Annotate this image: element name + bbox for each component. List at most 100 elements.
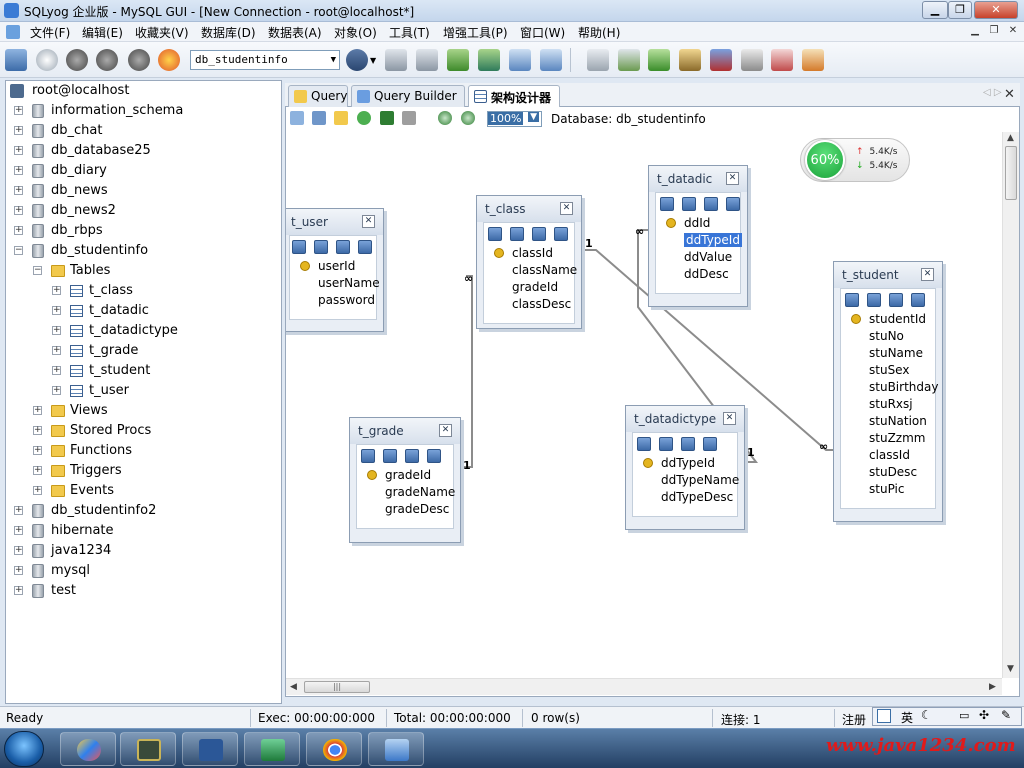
print-icon[interactable] bbox=[402, 111, 416, 125]
scroll-left-icon[interactable]: ◀ bbox=[290, 682, 297, 692]
close-table-icon[interactable]: ✕ bbox=[439, 424, 452, 437]
edit-table-icon[interactable] bbox=[488, 227, 502, 241]
expand-icon[interactable]: + bbox=[14, 146, 23, 155]
foreign-key-icon[interactable] bbox=[703, 437, 717, 451]
column-row[interactable]: classDesc bbox=[484, 296, 574, 313]
menu-database[interactable]: 数据库(D) bbox=[201, 24, 256, 41]
column-row[interactable]: classId bbox=[484, 245, 574, 262]
taskbar-app-sqlyog[interactable] bbox=[244, 732, 300, 766]
ime-tool-icon[interactable]: ✎ bbox=[1001, 708, 1011, 722]
expand-icon[interactable]: + bbox=[52, 386, 61, 395]
expand-icon[interactable]: + bbox=[14, 206, 23, 215]
expand-icon[interactable]: + bbox=[33, 486, 42, 495]
expand-icon[interactable]: + bbox=[33, 446, 42, 455]
column-row[interactable]: stuName bbox=[841, 345, 935, 362]
menu-object[interactable]: 对象(O) bbox=[334, 24, 377, 41]
maximize-button[interactable]: ❐ bbox=[948, 1, 972, 19]
tab-query[interactable]: Query bbox=[288, 85, 348, 107]
scroll-up-icon[interactable]: ▲ bbox=[1007, 133, 1014, 143]
edit-table-icon[interactable] bbox=[292, 240, 306, 254]
user-dropdown-icon[interactable]: ▼ bbox=[370, 56, 376, 65]
table-header[interactable]: t_grade ✕ bbox=[350, 418, 460, 444]
taskbar-app-dolphin[interactable] bbox=[368, 732, 424, 766]
menu-table[interactable]: 数据表(A) bbox=[268, 24, 322, 41]
vertical-scrollbar[interactable]: ▲ ▼ bbox=[1002, 132, 1019, 678]
view-data-icon[interactable] bbox=[867, 293, 881, 307]
copy-database-icon[interactable] bbox=[587, 49, 609, 71]
table-header[interactable]: t_datadic ✕ bbox=[649, 166, 747, 192]
backup-database-icon[interactable] bbox=[416, 49, 438, 71]
ime-moon-icon[interactable]: ☾ bbox=[921, 708, 932, 722]
mdi-minimize-button[interactable]: ▁ bbox=[968, 24, 982, 38]
expand-icon[interactable]: + bbox=[14, 126, 23, 135]
expand-icon[interactable]: + bbox=[33, 466, 42, 475]
manage-index-icon[interactable] bbox=[704, 197, 718, 211]
minimize-button[interactable]: ▁ bbox=[922, 1, 948, 19]
column-row[interactable]: ddDesc bbox=[656, 266, 740, 283]
table-box-t-user[interactable]: t_user ✕ userId userName password bbox=[286, 208, 384, 332]
column-row[interactable]: stuDesc bbox=[841, 464, 935, 481]
column-row[interactable]: ddTypeDesc bbox=[633, 489, 737, 506]
export-icon[interactable] bbox=[478, 49, 500, 71]
menu-file[interactable]: 文件(F) bbox=[30, 24, 70, 41]
column-row[interactable]: classId bbox=[841, 447, 935, 464]
table-header[interactable]: t_user ✕ bbox=[286, 209, 383, 235]
manage-index-icon[interactable] bbox=[532, 227, 546, 241]
scroll-right-icon[interactable]: ▶ bbox=[989, 682, 996, 692]
close-table-icon[interactable]: ✕ bbox=[921, 268, 934, 281]
taskbar-app-chrome[interactable] bbox=[306, 732, 362, 766]
column-row[interactable]: gradeId bbox=[357, 467, 453, 484]
column-row[interactable]: className bbox=[484, 262, 577, 279]
expand-icon[interactable]: + bbox=[33, 426, 42, 435]
table-box-t-grade[interactable]: t_grade ✕ gradeId gradeName gradeDesc bbox=[349, 417, 461, 543]
foreign-key-icon[interactable] bbox=[726, 197, 740, 211]
table-header[interactable]: t_student ✕ bbox=[834, 262, 942, 288]
expand-icon[interactable]: + bbox=[52, 306, 61, 315]
foreign-key-icon[interactable] bbox=[358, 240, 372, 254]
expand-icon[interactable]: + bbox=[52, 326, 61, 335]
tab-query-builder[interactable]: Query Builder bbox=[351, 85, 465, 107]
table-box-t-class[interactable]: t_class ✕ classId className gradeId class… bbox=[476, 195, 582, 329]
foreign-key-icon[interactable] bbox=[427, 449, 441, 463]
column-row[interactable]: stuNation bbox=[841, 413, 935, 430]
create-database-icon[interactable] bbox=[385, 49, 407, 71]
execute-query-icon[interactable] bbox=[66, 49, 88, 71]
start-button[interactable] bbox=[4, 731, 44, 767]
zoom-out-icon[interactable] bbox=[461, 111, 475, 125]
database-select[interactable]: db_studentinfo ▼ bbox=[190, 50, 340, 70]
column-row[interactable]: ddTypeName bbox=[633, 472, 739, 489]
menu-edit[interactable]: 编辑(E) bbox=[82, 24, 123, 41]
expand-icon[interactable]: + bbox=[14, 586, 23, 595]
close-table-icon[interactable]: ✕ bbox=[723, 412, 736, 425]
refresh-icon[interactable] bbox=[158, 49, 180, 71]
taskbar-app-2[interactable] bbox=[120, 732, 176, 766]
open-layout-icon[interactable] bbox=[334, 111, 348, 125]
new-connection-icon[interactable] bbox=[5, 49, 27, 71]
view-data-icon[interactable] bbox=[314, 240, 328, 254]
expand-icon[interactable]: + bbox=[14, 226, 23, 235]
tab-schema-designer[interactable]: 架构设计器 bbox=[468, 85, 560, 108]
foreign-key-icon[interactable] bbox=[911, 293, 925, 307]
schema-sync-icon[interactable] bbox=[802, 49, 824, 71]
import-icon[interactable] bbox=[447, 49, 469, 71]
expand-icon[interactable]: + bbox=[33, 406, 42, 415]
tab-scroll-arrows-icon[interactable]: ◁ ▷ bbox=[983, 87, 1002, 98]
expand-icon[interactable]: + bbox=[14, 566, 23, 575]
column-row[interactable]: gradeName bbox=[357, 484, 455, 501]
table-data-icon[interactable] bbox=[509, 49, 531, 71]
mdi-document-icon[interactable] bbox=[6, 25, 20, 39]
taskbar-app-1[interactable] bbox=[60, 732, 116, 766]
migration-icon[interactable] bbox=[679, 49, 701, 71]
mdi-restore-button[interactable]: ❐ bbox=[987, 24, 1001, 38]
user-manager-icon[interactable] bbox=[346, 49, 368, 71]
close-table-icon[interactable]: ✕ bbox=[726, 172, 739, 185]
expand-icon[interactable]: + bbox=[52, 286, 61, 295]
column-row[interactable]: stuRxsj bbox=[841, 396, 935, 413]
close-tab-icon[interactable]: ✕ bbox=[1004, 87, 1015, 102]
menu-tools[interactable]: 工具(T) bbox=[389, 24, 430, 41]
view-data-icon[interactable] bbox=[659, 437, 673, 451]
ime-keyboard-icon[interactable]: ▭ bbox=[959, 709, 969, 722]
column-row[interactable]: ddId bbox=[656, 215, 740, 232]
scheduled-job-icon[interactable] bbox=[710, 49, 732, 71]
vertical-scroll-thumb[interactable] bbox=[1005, 146, 1017, 200]
